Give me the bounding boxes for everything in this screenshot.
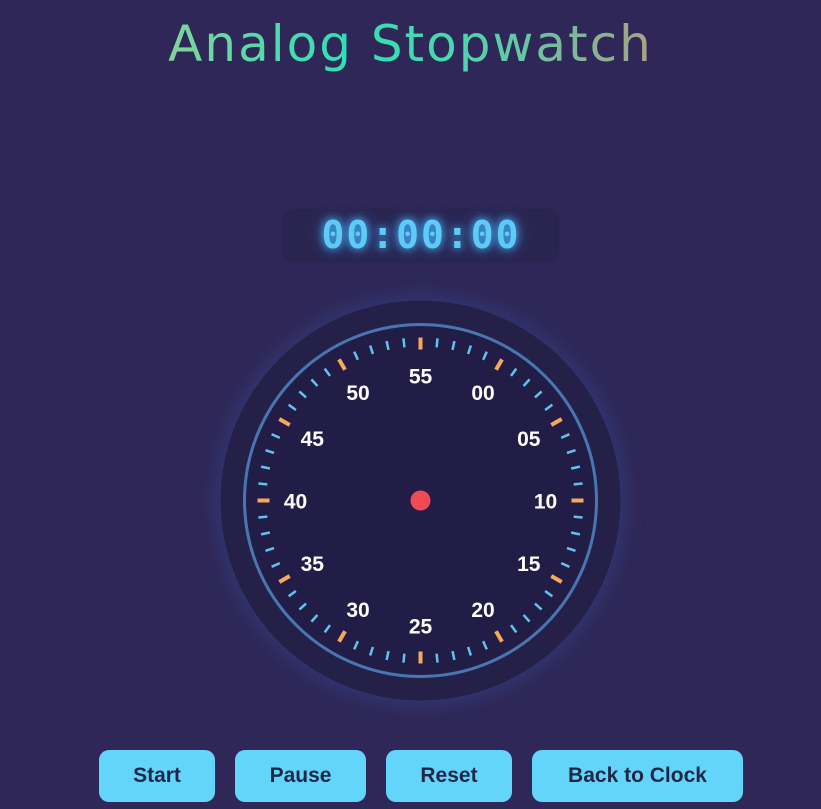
digital-time-display: 00:00:00 xyxy=(285,211,557,260)
dial-label-30: 30 xyxy=(346,599,369,622)
start-button[interactable]: Start xyxy=(99,750,215,802)
dial-tick-minor xyxy=(402,653,406,663)
dial-label-15: 15 xyxy=(517,553,541,576)
dial-tick-minor xyxy=(435,338,439,348)
dial-tick-minor xyxy=(573,482,583,486)
dial-label-05: 05 xyxy=(517,428,541,451)
dial-label-25: 25 xyxy=(409,616,433,639)
dial-tick-minor xyxy=(573,515,583,519)
dial-tick-minor xyxy=(258,482,268,486)
page-title: Analog Stopwatch xyxy=(0,8,821,80)
dial-tick-minor xyxy=(402,338,406,348)
dial-label-45: 45 xyxy=(301,428,325,451)
dial-label-20: 20 xyxy=(471,599,494,622)
hand-pivot xyxy=(410,490,431,511)
controls-bar: Start Pause Reset Back to Clock xyxy=(0,750,821,802)
dial-tick-minor xyxy=(258,515,268,519)
dial-label-10: 10 xyxy=(534,491,557,514)
dial-label-50: 50 xyxy=(346,382,369,405)
back-to-clock-button[interactable]: Back to Clock xyxy=(532,750,743,802)
reset-button[interactable]: Reset xyxy=(386,750,512,802)
pause-button[interactable]: Pause xyxy=(235,750,366,802)
dial-label-00: 00 xyxy=(471,382,494,405)
dial-tick-minor xyxy=(435,653,439,663)
stopwatch-dial: 000510152025303540455055 xyxy=(220,300,621,701)
dial-label-35: 35 xyxy=(301,553,325,576)
stopwatch-dial-svg: 000510152025303540455055 xyxy=(220,300,621,701)
dial-label-40: 40 xyxy=(284,491,307,514)
